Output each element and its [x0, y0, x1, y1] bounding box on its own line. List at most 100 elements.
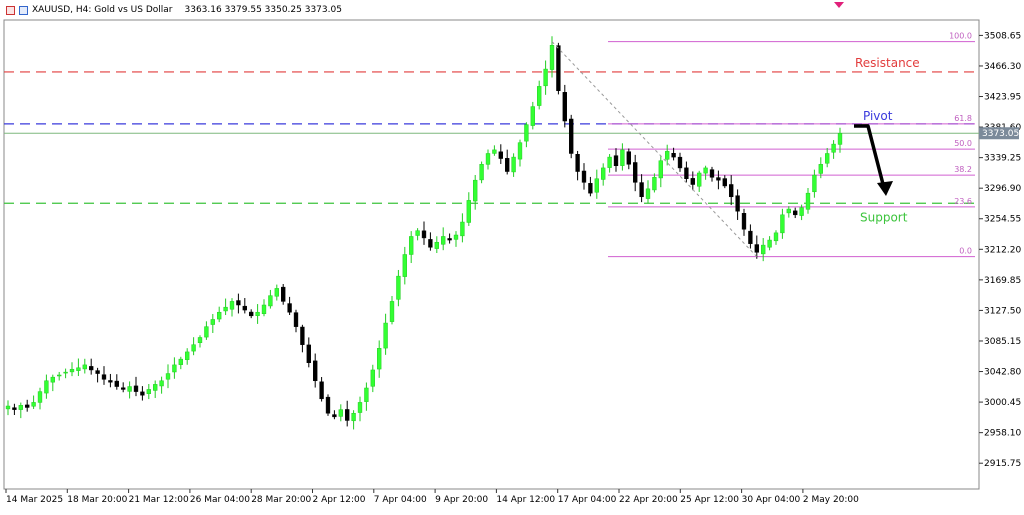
fib-level-label: 50.0	[954, 139, 972, 148]
candle-body	[255, 311, 260, 316]
candle-body	[492, 149, 497, 154]
candle-body	[325, 396, 331, 414]
candle-body	[479, 164, 484, 181]
y-tick-label: 3127.50	[984, 306, 1021, 316]
candle-body	[562, 92, 567, 122]
x-tick-label: 25 Apr 12:00	[680, 495, 739, 505]
y-tick-label: 2915.75	[984, 459, 1021, 469]
y-tick-label: 3296.90	[984, 184, 1021, 194]
candle-body	[805, 192, 811, 210]
candle-body	[389, 301, 395, 322]
candle-body	[69, 368, 75, 373]
candle-body	[101, 374, 107, 380]
candle-body	[351, 412, 356, 422]
candle-body	[761, 244, 766, 255]
candle-body	[121, 387, 126, 390]
y-tick-label: 3254.55	[984, 215, 1021, 225]
price-chart[interactable]: 100.0 61.8 50.0 38.2 23.6 0.0 Resistance Pivot S…	[0, 0, 1024, 511]
candle-body	[780, 214, 785, 234]
candle-body	[261, 304, 267, 315]
period-separator-marker	[834, 2, 844, 8]
x-tick-label: 14 Mar 2025	[6, 495, 63, 505]
y-tick-label: 3085.15	[984, 337, 1021, 347]
candle-body	[460, 221, 465, 237]
candle-body	[89, 366, 94, 371]
symbol-properties-icon[interactable]	[6, 5, 15, 15]
candle-body	[537, 86, 542, 106]
candle-body	[274, 288, 279, 297]
candle-body	[25, 404, 30, 408]
candle-body	[703, 167, 708, 174]
candle-body	[18, 405, 23, 410]
candle-body	[697, 172, 702, 187]
candle-body	[383, 322, 388, 349]
candle-body	[716, 177, 721, 181]
candle-body	[396, 275, 401, 300]
candle-body	[293, 312, 299, 327]
candle-body	[485, 153, 491, 165]
candle-body	[735, 195, 740, 212]
candle-body	[223, 306, 228, 312]
candle-body	[217, 311, 222, 320]
fib-level-label: 61.8	[954, 114, 972, 123]
candle-body	[82, 364, 87, 370]
support-label: Support	[860, 210, 908, 224]
candle-body	[415, 230, 420, 236]
candle-body	[767, 239, 772, 248]
candle-body	[556, 45, 561, 91]
candle-body	[594, 178, 599, 193]
candle-body	[607, 156, 612, 168]
candle-body	[242, 305, 247, 311]
candle-body	[473, 179, 478, 202]
candle-body	[639, 182, 644, 198]
candle-body	[601, 167, 606, 180]
candle-body	[466, 200, 471, 223]
candle-body	[524, 124, 529, 142]
y-tick-label: 3212.20	[984, 245, 1021, 255]
candle-body	[172, 364, 177, 373]
y-tick-label: 3042.80	[984, 368, 1021, 378]
x-tick-label: 18 Mar 20:00	[67, 495, 127, 505]
candle-body	[12, 407, 17, 410]
candle-body	[498, 151, 503, 159]
x-tick-label: 26 Mar 04:00	[190, 495, 250, 505]
candle-body	[300, 326, 305, 345]
symbol-title: XAUUSD, H4: Gold vs US Dollar	[32, 5, 173, 15]
plot-area-border	[3, 19, 980, 490]
candle-body	[665, 151, 670, 160]
candle-body	[428, 239, 433, 248]
candle-body	[178, 358, 183, 365]
candle-body	[825, 153, 830, 164]
candle-body	[313, 360, 318, 382]
y-tick-label: 2958.10	[984, 429, 1021, 439]
x-tick-label: 7 Apr 04:00	[374, 495, 427, 505]
candle-body	[671, 153, 676, 158]
candle-body	[95, 370, 100, 374]
candle-body	[165, 373, 171, 380]
candle-body	[108, 380, 113, 383]
candle-body	[773, 232, 779, 242]
candle-body	[185, 351, 190, 360]
candle-body	[345, 409, 350, 421]
candle-body	[402, 254, 407, 277]
y-tick-label: 3466.30	[984, 62, 1021, 72]
candle-body	[146, 389, 151, 394]
candle-body	[50, 376, 55, 383]
candle-body	[549, 45, 555, 70]
fib-level-label: 100.0	[949, 32, 972, 41]
candle-body	[127, 386, 132, 392]
candle-body	[626, 151, 631, 165]
candle-body	[530, 106, 535, 126]
resistance-label: Resistance	[855, 56, 920, 70]
candle-body	[370, 369, 375, 387]
candle-body	[236, 300, 241, 306]
y-tick-label: 3169.85	[984, 276, 1021, 286]
candle-body	[31, 402, 36, 407]
depth-of-market-icon[interactable]	[19, 5, 28, 15]
candle-body	[677, 156, 683, 169]
candle-body	[197, 337, 203, 343]
candle-body	[204, 326, 209, 338]
candle-body	[690, 178, 695, 185]
candle-body	[447, 238, 452, 241]
candle-body	[434, 241, 439, 249]
